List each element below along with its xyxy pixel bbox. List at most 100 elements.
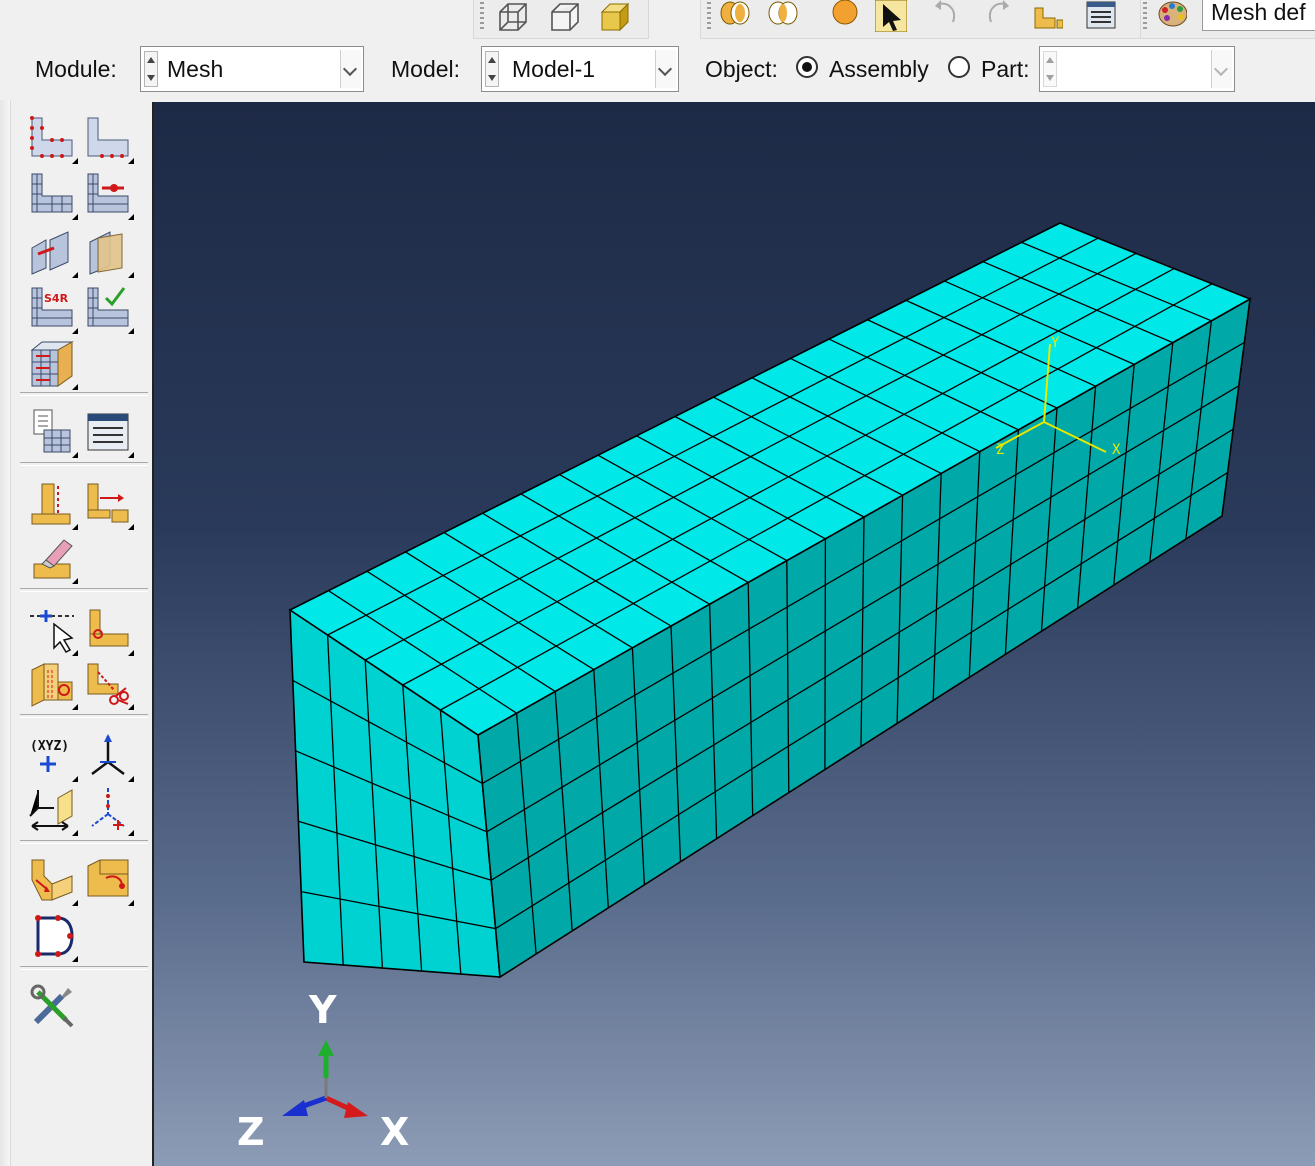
redo-view-icon[interactable] <box>983 0 1015 32</box>
mesh-part-instance-icon[interactable] <box>28 340 78 390</box>
hidden-lines-icon[interactable] <box>548 0 580 32</box>
assembly-radio-label[interactable]: Assembly <box>829 54 929 84</box>
render-style-toolbar <box>473 0 649 39</box>
mesh-element-edge <box>515 713 537 955</box>
mesh-element-edge <box>292 679 483 784</box>
top-toolbar: Mesh def <box>0 0 1315 40</box>
module-dropdown-button[interactable] <box>340 50 361 88</box>
svg-text:S4R: S4R <box>44 292 69 305</box>
mesh-element-edge <box>295 750 488 833</box>
mesh-element-edge <box>1040 407 1058 632</box>
mesh-defaults-field[interactable]: Mesh def <box>1202 0 1315 31</box>
datum-csys-icon[interactable] <box>84 732 134 782</box>
part-spinner[interactable] <box>1043 51 1057 87</box>
verify-mesh-icon[interactable] <box>84 284 134 334</box>
mesh-element-edge <box>786 560 790 793</box>
partition-cell-icon[interactable] <box>84 228 134 278</box>
partition-face-icon[interactable] <box>28 660 78 710</box>
color-palette-icon[interactable] <box>1155 0 1187 32</box>
assign-element-type-icon[interactable]: S4R <box>28 284 78 334</box>
svg-text:(XYZ): (XYZ) <box>30 739 69 754</box>
mesh-element-edge <box>982 261 1174 344</box>
partition-cut-icon[interactable] <box>84 660 134 710</box>
shaded-icon[interactable] <box>598 0 630 32</box>
part-dropdown-button[interactable] <box>1211 50 1232 88</box>
mesh-element-edge <box>495 472 1228 930</box>
tools-settings-icon[interactable] <box>28 982 76 1030</box>
assign-stack-direction-icon[interactable] <box>28 228 78 278</box>
view-triad <box>282 1040 368 1118</box>
mesh-element-edge <box>932 473 942 701</box>
chevron-down-icon <box>342 61 358 77</box>
graphics-viewport[interactable]: Y Z X Y Z X <box>152 102 1315 1166</box>
repair-edge-icon[interactable] <box>84 856 134 906</box>
model-combo[interactable]: Model-1 <box>481 46 679 92</box>
seed-edges-icon[interactable] <box>84 114 134 164</box>
mesh-element-edge <box>490 428 1234 881</box>
virtual-topology-icon[interactable] <box>28 912 78 962</box>
part-combo[interactable] <box>1039 46 1235 92</box>
query-icon[interactable] <box>1085 0 1117 32</box>
sphere-icon[interactable] <box>829 0 861 32</box>
mesh-element-edge <box>482 512 672 627</box>
mesh-element-edge <box>674 415 865 518</box>
module-label: Module: <box>35 56 117 82</box>
mesh-element-edge <box>867 319 1058 409</box>
edit-mesh-icon[interactable] <box>28 480 78 530</box>
mesh-element-edge <box>440 283 1213 711</box>
undo-view-icon[interactable] <box>929 0 961 32</box>
mesh-element-edge <box>1149 342 1174 563</box>
model-dropdown-button[interactable] <box>655 50 676 88</box>
mesh-element-edge <box>301 890 496 930</box>
local-csys-label: Z <box>996 442 1004 458</box>
triad-x-axis-icon <box>324 1095 368 1118</box>
mesh-element-edge <box>860 516 865 747</box>
boolean-union-icon[interactable] <box>719 0 751 32</box>
triad-y-axis-icon <box>318 1040 334 1078</box>
mesh-element-edge <box>708 604 718 839</box>
seed-part-instance-icon[interactable] <box>28 114 78 164</box>
select-arrow-icon[interactable] <box>875 0 907 32</box>
triad-z-axis-icon <box>282 1095 327 1116</box>
toolbox-edge <box>0 100 11 1166</box>
mesh-element-edge <box>366 570 556 692</box>
mesh-element-edge <box>364 252 1137 661</box>
datum-axis-icon[interactable] <box>84 786 134 836</box>
toolbox-separator <box>20 714 148 718</box>
chevron-down-icon <box>1213 61 1229 77</box>
toolbar-grip[interactable] <box>480 2 484 32</box>
boolean-intersect-icon[interactable] <box>767 0 799 32</box>
mesh-element-edge <box>944 280 1135 365</box>
part-radio-label[interactable]: Part: <box>981 54 1030 84</box>
object-label: Object: <box>705 56 778 82</box>
repair-face-icon[interactable] <box>28 856 78 906</box>
mesh-region-icon[interactable] <box>84 170 134 220</box>
local-csys-x-axis <box>1043 421 1107 453</box>
chevron-down-icon <box>657 61 673 77</box>
offset-mesh-icon[interactable] <box>84 480 134 530</box>
mesh-element-edge <box>905 299 1096 387</box>
part-display-icon[interactable] <box>1031 0 1063 32</box>
mesh-element-edge <box>1113 364 1135 586</box>
assembly-radio[interactable] <box>796 56 818 78</box>
create-set-icon[interactable] <box>84 606 134 656</box>
local-csys-label: X <box>1112 442 1121 458</box>
delete-mesh-icon[interactable] <box>28 534 78 584</box>
module-spinner[interactable] <box>144 51 158 87</box>
part-radio[interactable] <box>948 56 970 78</box>
toolbar-grip[interactable] <box>1143 2 1147 32</box>
mesh-element-edge <box>327 237 1099 636</box>
datum-xyz-icon[interactable]: (XYZ) <box>28 732 78 782</box>
local-csys-label: Y <box>1051 335 1060 351</box>
model-spinner[interactable] <box>485 51 499 87</box>
datum-point-icon[interactable] <box>28 606 78 656</box>
toolbar-grip[interactable] <box>707 2 711 32</box>
module-combo[interactable]: Mesh <box>140 46 364 92</box>
toolbox-separator <box>20 840 148 844</box>
datum-plane-icon[interactable] <box>28 786 78 836</box>
mesh-stats-icon[interactable] <box>84 408 134 458</box>
assign-mesh-controls-icon[interactable] <box>28 170 78 220</box>
query-mesh-icon[interactable] <box>28 408 78 458</box>
wireframe-icon[interactable] <box>496 0 528 32</box>
toolbox-separator <box>20 392 148 396</box>
